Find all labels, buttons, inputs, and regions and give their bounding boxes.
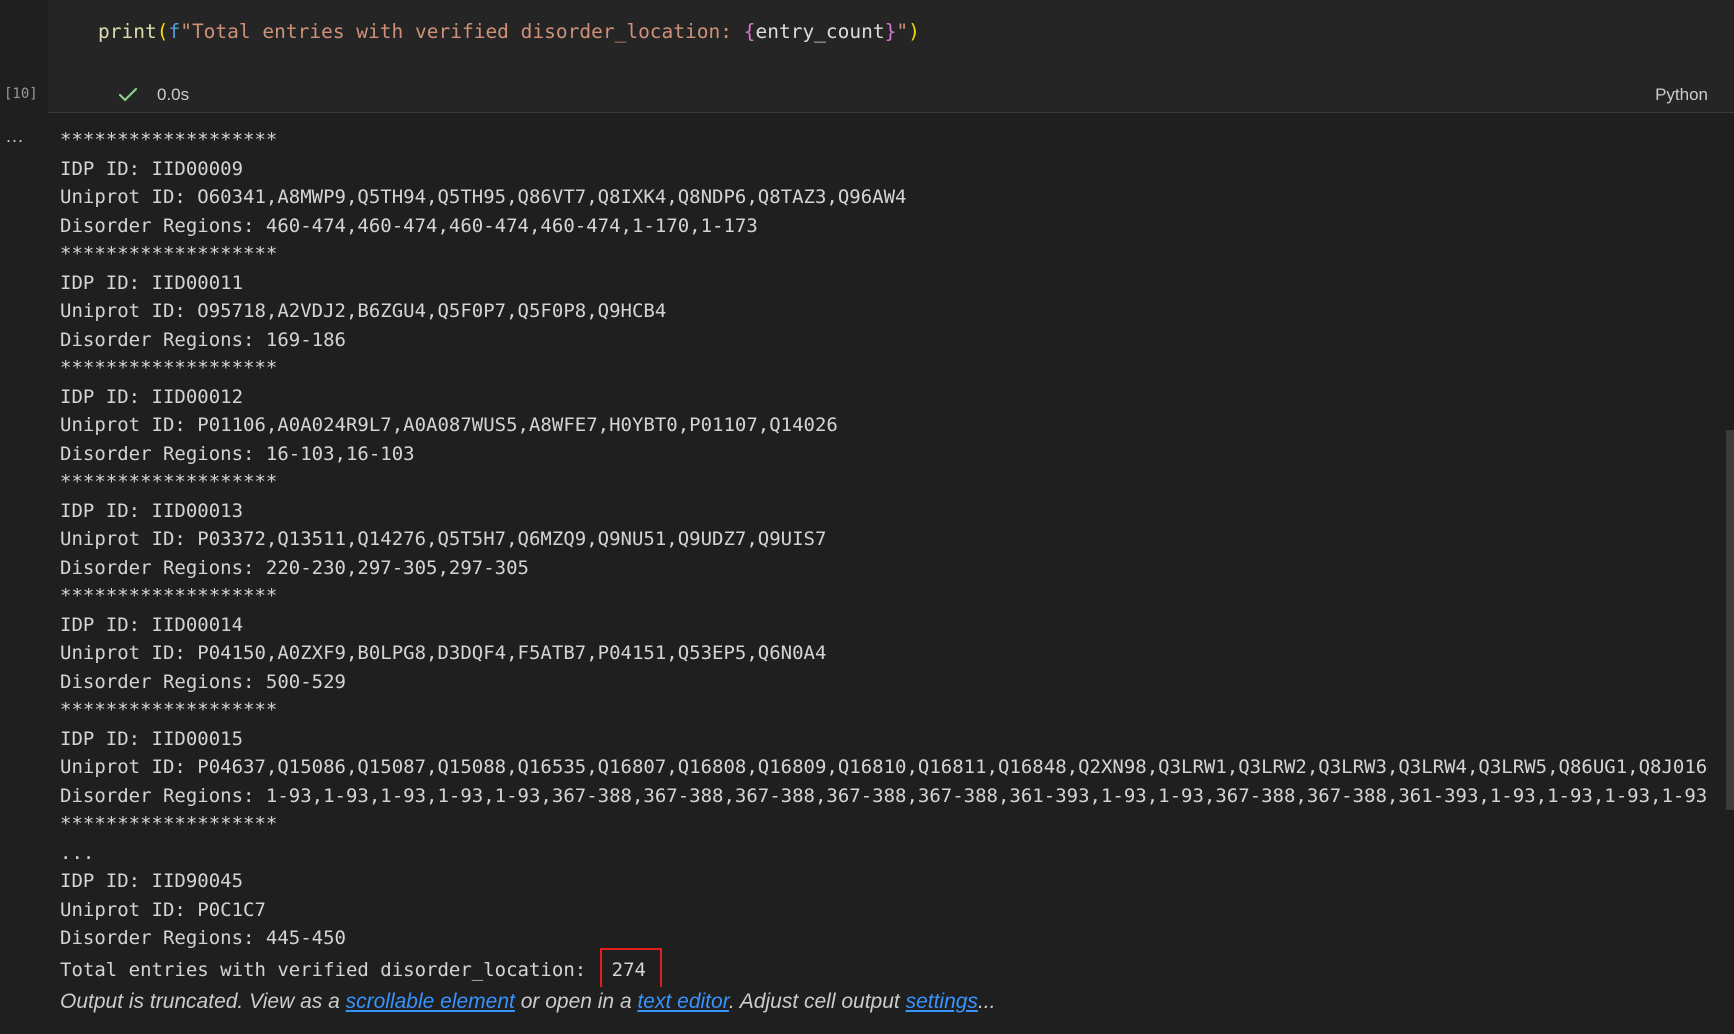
code-line[interactable]: print(f"Total entries with verified diso… — [98, 18, 920, 46]
output-line: ******************* — [60, 585, 278, 607]
execution-count: [10] — [4, 86, 38, 102]
output-line: Disorder Regions: 220-230,297-305,297-30… — [60, 556, 529, 579]
output-line: ******************* — [60, 471, 278, 493]
code-brace-close: } — [884, 20, 897, 43]
execution-time: 0.0s — [157, 85, 190, 104]
truncated-text: Output is truncated. View as a — [60, 990, 346, 1013]
truncated-text: ... — [977, 990, 996, 1013]
output-line: IDP ID: IID00012 — [60, 385, 244, 408]
cell-output[interactable]: ******************* IDP ID: IID00009 Uni… — [60, 126, 1718, 987]
output-line: Uniprot ID: P03372,Q13511,Q14276,Q5T5H7,… — [60, 528, 827, 550]
output-line: Disorder Regions: 500-529 — [60, 670, 346, 693]
output-more-actions[interactable]: ... — [6, 126, 24, 147]
code-paren-open: ( — [156, 20, 169, 43]
output-truncated-note: Output is truncated. View as a scrollabl… — [60, 990, 995, 1014]
output-line: IDP ID: IID00009 — [60, 157, 244, 180]
output-line: ******************* — [60, 813, 278, 835]
output-line: Disorder Regions: 16-103,16-103 — [60, 442, 415, 465]
output-line: Uniprot ID: P04150,A0ZXF9,B0LPG8,D3DQF4,… — [60, 642, 827, 664]
total-label: Total entries with verified disorder_loc… — [60, 958, 598, 981]
output-line: IDP ID: IID90045 — [60, 870, 244, 892]
output-line: IDP ID: IID00013 — [60, 499, 244, 522]
scrollable-element-link[interactable]: scrollable element — [346, 990, 515, 1013]
total-line: Total entries with verified disorder_loc… — [60, 947, 1718, 987]
output-line: ******************* — [60, 699, 278, 721]
check-icon — [118, 87, 138, 102]
code-fstring-prefix: f — [168, 20, 181, 43]
output-line: Uniprot ID: O60341,A8MWP9,Q5TH94,Q5TH95,… — [60, 186, 907, 208]
code-fn: print — [98, 20, 157, 43]
output-line: Uniprot ID: O95718,A2VDJ2,B6ZGU4,Q5F0P7,… — [60, 300, 667, 322]
total-count-highlight: 274 — [599, 947, 662, 987]
output-line: IDP ID: IID00011 — [60, 271, 244, 294]
output-line: Uniprot ID: P0C1C7 — [60, 898, 266, 921]
vertical-scrollbar-thumb[interactable] — [1726, 430, 1734, 810]
output-line: Uniprot ID: P04637,Q15086,Q15087,Q15088,… — [60, 756, 1708, 778]
output-line: Disorder Regions: 169-186 — [60, 328, 346, 351]
output-line: ******************* — [60, 357, 278, 379]
output-line: Uniprot ID: P01106,A0A024R9L7,A0A087WUS5… — [60, 414, 838, 436]
output-line: IDP ID: IID00015 — [60, 727, 244, 750]
output-line: ******************* — [60, 243, 278, 265]
code-variable: entry_count — [755, 20, 885, 43]
text-editor-link[interactable]: text editor — [637, 990, 728, 1013]
code-string-end: " — [896, 20, 909, 43]
output-line: Disorder Regions: 445-450 — [60, 927, 346, 949]
cell-language[interactable]: Python — [1655, 85, 1708, 105]
code-brace-open: { — [743, 20, 756, 43]
output-line: Disorder Regions: 1-93,1-93,1-93,1-93,1-… — [60, 784, 1708, 807]
code-paren-close: ) — [908, 20, 920, 43]
code-string-start: "Total entries with verified disorder_lo… — [180, 20, 744, 43]
output-line: ******************* — [60, 129, 278, 151]
settings-link[interactable]: settings — [906, 990, 978, 1013]
code-cell[interactable]: print(f"Total entries with verified diso… — [48, 0, 1734, 113]
truncated-text: or open in a — [514, 990, 638, 1013]
truncated-text: . Adjust cell output — [728, 990, 906, 1013]
output-line: IDP ID: IID00014 — [60, 613, 244, 636]
output-line: Disorder Regions: 460-474,460-474,460-47… — [60, 214, 758, 237]
output-line: ... — [60, 841, 95, 864]
